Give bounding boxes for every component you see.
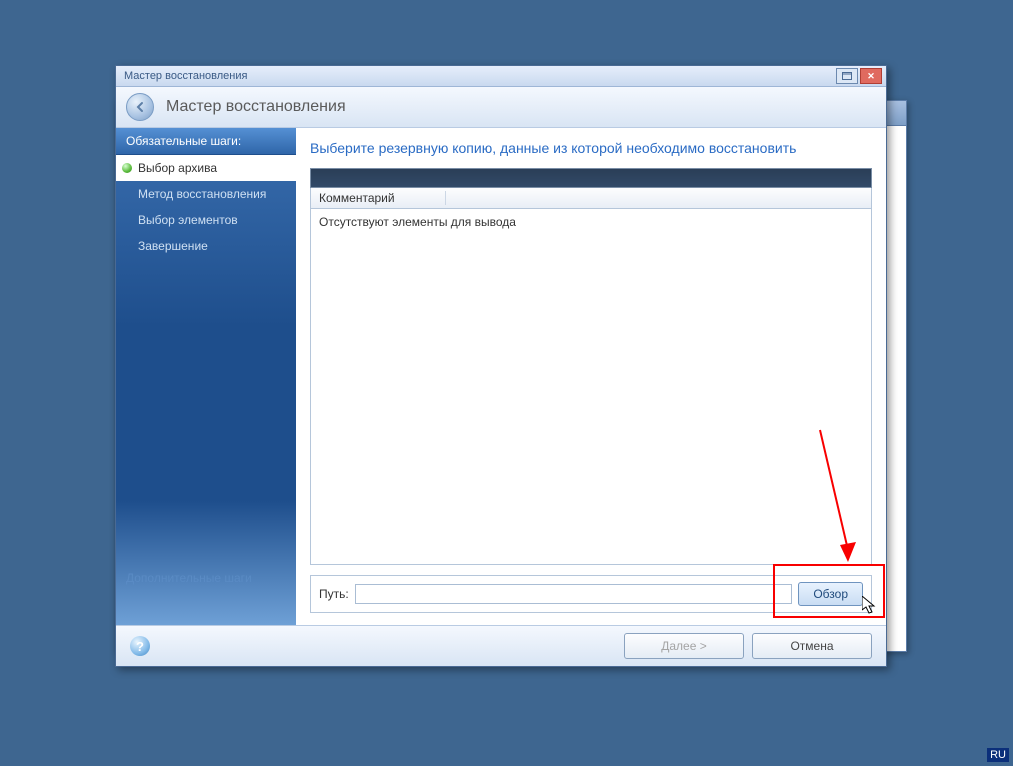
help-button[interactable]: ? [130, 636, 150, 656]
window-title: Мастер восстановления [120, 70, 834, 82]
next-button-label: Далее > [661, 639, 707, 653]
language-indicator[interactable]: RU [987, 748, 1009, 762]
sidebar-item-label: Метод восстановления [138, 187, 266, 201]
sidebar-item-label: Выбор архива [138, 161, 217, 175]
path-input[interactable] [355, 584, 793, 604]
main-heading: Выберите резервную копию, данные из кото… [296, 128, 886, 162]
path-label: Путь: [319, 587, 349, 601]
close-button[interactable]: ✕ [860, 68, 882, 84]
wizard-title: Мастер восстановления [166, 98, 346, 116]
sidebar-item-recovery-method[interactable]: Метод восстановления [116, 181, 296, 207]
list-body[interactable]: Отсутствуют элементы для вывода [310, 209, 872, 565]
column-comment[interactable]: Комментарий [319, 191, 446, 205]
sidebar-item-label: Выбор элементов [138, 213, 238, 227]
maximize-button[interactable] [836, 68, 858, 84]
sidebar-item-label: Завершение [138, 239, 208, 253]
wizard-footer: ? Далее > Отмена [116, 625, 886, 666]
path-row: Путь: Обзор [310, 575, 872, 613]
browse-button[interactable]: Обзор [798, 582, 863, 606]
list-empty-text: Отсутствуют элементы для вывода [319, 215, 516, 229]
cancel-button[interactable]: Отмена [752, 633, 872, 659]
sidebar-item-select-elements[interactable]: Выбор элементов [116, 207, 296, 233]
cancel-button-label: Отмена [790, 639, 833, 653]
wizard-window: Мастер восстановления ✕ Мастер восстанов… [115, 65, 887, 667]
back-button[interactable] [126, 93, 154, 121]
sidebar-item-archive-select[interactable]: Выбор архива [116, 155, 296, 181]
next-button[interactable]: Далее > [624, 633, 744, 659]
wizard-body: Обязательные шаги: Выбор архива Метод во… [116, 128, 886, 625]
sidebar-optional-steps: Дополнительные шаги [116, 555, 296, 625]
wizard-header: Мастер восстановления [116, 87, 886, 128]
main-panel: Выберите резервную копию, данные из кото… [296, 128, 886, 625]
sidebar-item-finish[interactable]: Завершение [116, 233, 296, 259]
browse-button-label: Обзор [813, 587, 848, 601]
window-titlebar: Мастер восстановления ✕ [116, 66, 886, 87]
backup-list-area: Комментарий Отсутствуют элементы для выв… [310, 168, 872, 565]
sidebar: Обязательные шаги: Выбор архива Метод во… [116, 128, 296, 625]
list-header: Комментарий [310, 188, 872, 209]
sidebar-header: Обязательные шаги: [116, 128, 296, 155]
list-toolbar [310, 168, 872, 188]
